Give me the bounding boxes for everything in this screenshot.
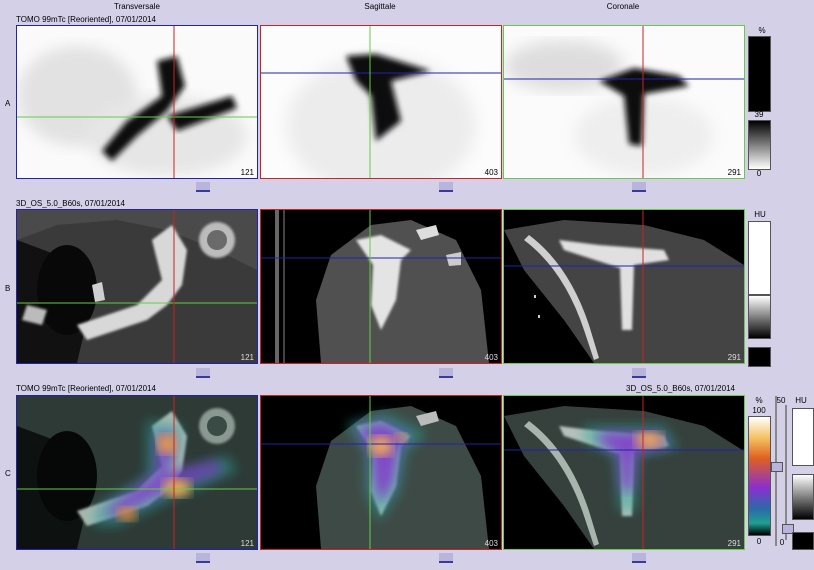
row-b-sagittal-viewport[interactable]: 403 [260,209,502,364]
row-b-scale-lower [748,347,771,367]
row-c-caption-right: 3D_OS_5.0_B60s, 07/01/2014 [626,384,735,393]
row-a-transverse-slider[interactable] [196,182,210,192]
row-a-scale-bottom-label: 0 [756,169,762,178]
row-b-coronal-slice-number: 291 [727,353,741,362]
row-c-caption: TOMO 99mTc [Reoriented], 07/01/2014 [16,384,156,393]
row-a-caption: TOMO 99mTc [Reoriented], 07/01/2014 [16,15,156,24]
row-b-coronal-viewport[interactable]: 291 [503,209,745,364]
row-b-sagittal-slice-number: 403 [484,353,498,362]
column-title-coronal: Coronale [606,2,640,11]
row-b-caption: 3D_OS_5.0_B60s, 07/01/2014 [16,199,125,208]
row-a-coronal-viewport[interactable]: 291 [503,25,745,179]
column-title-sagittal: Sagittale [364,2,396,11]
row-b-coronal-image [504,210,744,363]
row-c-scale-bottom-label: 0 [756,537,762,546]
row-c-scale-top-label: 100 [752,406,766,415]
row-c-sagittal-image [261,396,501,549]
row-a-coronal-slider[interactable] [632,182,646,192]
row-c-coronal-image [504,396,744,549]
row-a-transverse-image [17,26,257,178]
row-c-hu-scale-lower [792,532,814,550]
row-a-sagittal-image [261,26,501,178]
row-c-window-track[interactable] [785,405,787,540]
row-c-level-handle[interactable] [771,462,783,472]
row-c-coronal-viewport[interactable]: 291 [503,395,745,550]
row-a-scale-gradient[interactable] [748,120,771,170]
row-b-transverse-slider[interactable] [196,368,210,378]
row-b-transverse-viewport[interactable]: 121 [16,209,258,364]
row-a-letter: A [5,99,11,108]
row-b-scale-gradient[interactable] [748,295,771,339]
row-c-scale-colormap[interactable] [748,416,771,536]
row-a-sagittal-viewport[interactable]: 403 [260,25,502,179]
row-b-coronal-slider[interactable] [632,368,646,378]
row-b-transverse-image [17,210,257,363]
row-a-scale-mid-label: 39 [754,110,764,119]
row-b-sagittal-image [261,210,501,363]
row-a-transverse-slice-number: 121 [240,168,254,177]
row-a-coronal-slice-number: 291 [727,168,741,177]
row-b-scale-upper [748,221,771,295]
row-c-transverse-image [17,396,257,549]
row-a-coronal-image [504,26,744,178]
row-c-sagittal-viewport[interactable]: 403 [260,395,502,550]
row-b-transverse-slice-number: 121 [240,353,254,362]
row-b-scale-unit: HU [754,210,766,219]
row-a-transverse-viewport[interactable]: 121 [16,25,258,179]
row-c-scale-unit-percent: % [755,396,763,405]
row-a-scale-unit: % [758,26,766,35]
row-c-letter: C [5,469,11,478]
row-c-hu-scale-gradient[interactable] [792,474,814,520]
row-a-scale-upper [748,36,771,112]
row-c-sagittal-slider[interactable] [439,553,453,563]
row-c-transverse-viewport[interactable]: 121 [16,395,258,550]
row-c-coronal-slice-number: 291 [727,539,741,548]
row-c-level-label: 50 [776,396,786,405]
column-title-transverse: Transversale [114,2,160,11]
row-c-coronal-slider[interactable] [632,553,646,563]
row-c-hu-scale-upper [792,408,814,466]
row-c-transverse-slider[interactable] [196,553,210,563]
row-c-scale-unit-hu: HU [795,396,807,405]
row-a-sagittal-slice-number: 403 [484,168,498,177]
row-b-sagittal-slider[interactable] [439,368,453,378]
row-a-sagittal-slider[interactable] [439,182,453,192]
row-c-transverse-slice-number: 121 [240,539,254,548]
row-c-sagittal-slice-number: 403 [484,539,498,548]
row-b-letter: B [5,284,11,293]
